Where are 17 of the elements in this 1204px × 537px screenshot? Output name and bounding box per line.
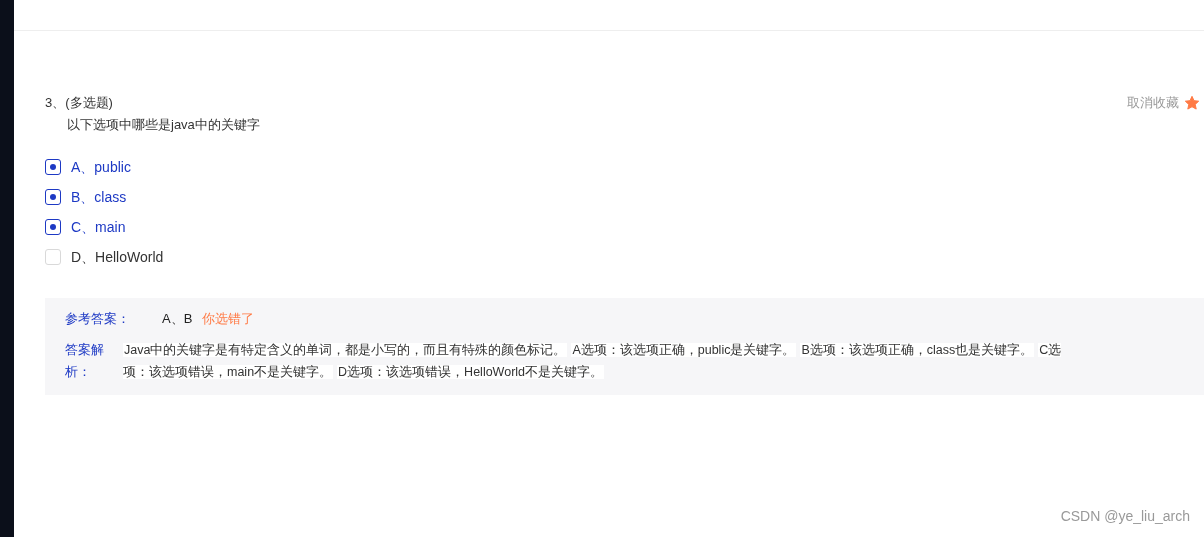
watermark-text: CSDN @ye_liu_arch: [1060, 507, 1190, 526]
analysis-text: Java中的关键字是有特定含义的单词，都是小写的，而且有特殊的颜色标记。 A选项：该选项正确，public是关键字。 B选项：该选项正确，class也是关键字。 C选项：该选项错误，main不是关键字。 D选项：该选项错误，HelloWorld不是关键字。: [123, 341, 1063, 381]
option-label: B、class: [71, 187, 127, 207]
option-label: C、main: [71, 217, 126, 237]
option-label: D、HelloWorld: [71, 247, 164, 267]
checkbox[interactable]: [45, 159, 61, 175]
answer-label: 参考答案：: [65, 310, 131, 328]
analysis-label: 答案解析：: [65, 341, 105, 381]
star-icon: [1184, 94, 1200, 111]
favorite-button[interactable]: 取消收藏: [1127, 93, 1204, 113]
verdict-text: 你选错了: [202, 310, 255, 328]
question-type: 3、(多选题): [45, 94, 114, 112]
option-label: A、public: [71, 157, 131, 177]
checkbox[interactable]: [45, 219, 61, 235]
answer-value: A、B: [162, 310, 193, 328]
checkbox[interactable]: [45, 189, 61, 205]
question-text: 以下选项中哪些是java中的关键字: [66, 115, 260, 134]
